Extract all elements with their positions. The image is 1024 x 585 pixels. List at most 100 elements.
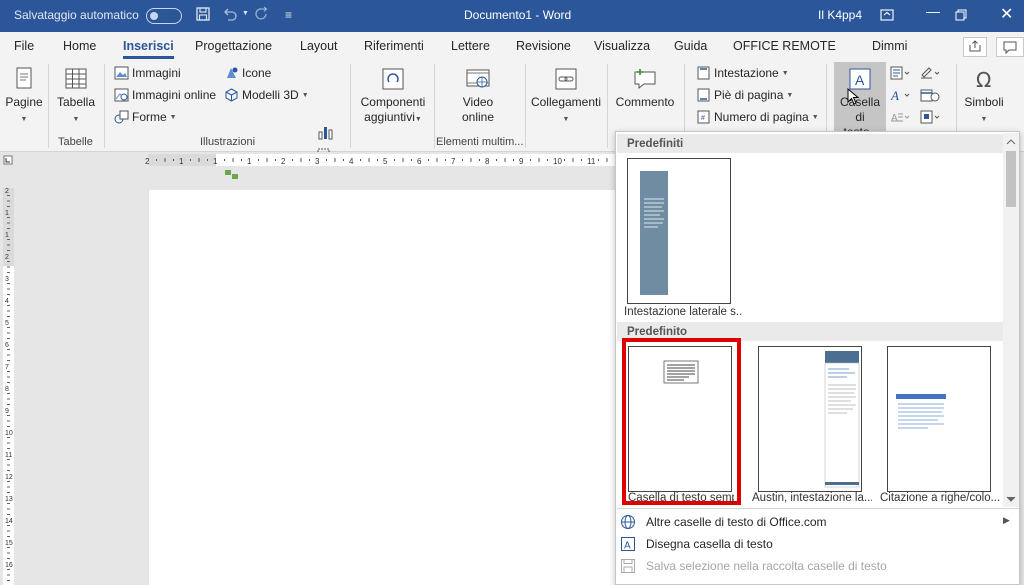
page-number-icon: # (697, 110, 710, 124)
customize-qat-icon[interactable]: ≡ (285, 8, 292, 22)
submenu-arrow-icon: ▶ (1003, 515, 1010, 525)
object-icon[interactable] (920, 110, 942, 124)
undo-dropdown-icon[interactable]: ▼ (242, 10, 249, 17)
date-time-icon[interactable] (920, 88, 942, 102)
images-button[interactable]: Immagini (114, 66, 181, 80)
svg-text:A: A (855, 72, 865, 88)
tab-view[interactable]: Visualizza (594, 39, 650, 53)
drop-cap-icon[interactable]: A (890, 110, 912, 124)
smartart-icon[interactable] (224, 168, 240, 182)
symbols-label: Simboli (964, 95, 1004, 109)
svg-text:A: A (624, 541, 631, 552)
ruler-label: 3 (5, 276, 9, 283)
tab-file[interactable]: File (14, 39, 34, 53)
pages-button[interactable]: Pagine ▼ (4, 66, 44, 127)
tab-insert[interactable]: Inserisci (123, 39, 174, 59)
ruler-label: 13 (5, 496, 13, 503)
ruler-label: 4 (349, 157, 354, 166)
comment-button[interactable]: Commento (613, 66, 677, 110)
redo-icon[interactable] (254, 6, 270, 22)
footer-button[interactable]: Piè di pagina ▼ (696, 88, 793, 102)
document-title: Documento1 - Word (464, 8, 572, 22)
ribbon-display-icon[interactable] (880, 9, 894, 21)
signature-line-icon[interactable] (920, 66, 942, 80)
tab-help[interactable]: Guida (674, 39, 707, 53)
tab-layout[interactable]: Layout (300, 39, 338, 53)
ruler-label: 9 (5, 408, 9, 415)
online-video-button[interactable]: Video online (456, 66, 500, 125)
tab-home[interactable]: Home (63, 39, 96, 53)
vertical-ruler[interactable]: 2 1 1 2 3 4 5 6 7 8 9 10 11 12 13 14 15 16 (0, 168, 16, 585)
save-icon[interactable] (195, 6, 211, 22)
selection-highlight (622, 338, 741, 505)
chart-icon[interactable] (318, 124, 334, 140)
table-icon (65, 68, 87, 89)
tab-design[interactable]: Progettazione (195, 39, 272, 53)
links-label: Collegamenti (530, 95, 602, 109)
gallery-item-banded-quote[interactable] (887, 346, 991, 492)
svg-text:A: A (890, 88, 899, 102)
online-image-icon (114, 88, 129, 102)
symbols-button[interactable]: Ω Simboli ▼ (962, 66, 1006, 127)
gallery-caption: Casella di testo sempl... (628, 492, 734, 504)
shapes-label: Forme (132, 110, 167, 124)
gallery-caption: Intestazione laterale s... (624, 306, 742, 318)
title-bar: Salvataggio automatico ▼ ≡ Documento1 - … (0, 0, 1024, 32)
comments-icon[interactable] (996, 37, 1024, 57)
shapes-button[interactable]: Forme ▼ (114, 110, 177, 124)
autosave-toggle[interactable] (146, 8, 182, 24)
addins-button[interactable]: Componenti aggiuntivi▼ (358, 66, 428, 127)
scroll-down-icon[interactable] (1006, 495, 1016, 503)
ruler-label: 10 (553, 157, 562, 166)
ruler-label: 9 (519, 157, 524, 166)
ruler-label: 12 (5, 474, 13, 481)
minimize-icon[interactable]: — (926, 3, 940, 19)
scroll-thumb[interactable] (1006, 151, 1016, 207)
save-selection-label: Salva selezione nella raccolta caselle d… (646, 559, 887, 573)
more-text-boxes-office-item[interactable]: Altre caselle di testo di Office.com ▶ (620, 511, 1012, 533)
links-button[interactable]: Collegamenti ▼ (530, 66, 602, 127)
tell-me-input[interactable]: Dimmi (872, 39, 907, 53)
tab-office-remote[interactable]: OFFICE REMOTE (733, 39, 836, 53)
user-name[interactable]: Il K4pp4 (818, 8, 862, 22)
gallery-item-sidebar[interactable] (627, 158, 731, 304)
close-icon[interactable]: ✕ (1000, 4, 1013, 24)
ruler-label: 7 (451, 157, 456, 166)
restore-icon[interactable] (955, 9, 967, 21)
svg-text:A: A (891, 113, 898, 124)
document-page[interactable] (149, 190, 619, 585)
footer-label: Piè di pagina (714, 88, 784, 102)
tab-references[interactable]: Riferimenti (364, 39, 424, 53)
ruler-label: 5 (383, 157, 388, 166)
models-3d-button[interactable]: Modelli 3D ▼ (224, 88, 309, 102)
pages-label: Pagine (5, 95, 43, 109)
ruler-label: 3 (315, 157, 320, 166)
page-number-button[interactable]: # Numero di pagina ▼ (696, 110, 819, 124)
table-button[interactable]: Tabella ▼ (55, 66, 97, 127)
gallery-section-builtin: Predefiniti (617, 134, 1003, 153)
more-text-boxes-label: Altre caselle di testo di Office.com (646, 515, 827, 529)
ruler-label: 1 (5, 232, 9, 239)
ruler-label: 2 (281, 157, 286, 166)
undo-icon[interactable] (222, 6, 238, 22)
gallery-scrollbar[interactable] (1003, 133, 1019, 507)
wordart-icon[interactable]: A (890, 88, 912, 102)
quick-parts-icon[interactable] (890, 66, 912, 80)
ruler-label: 16 (5, 562, 13, 569)
ribbon-tabs: File Home Inserisci Progettazione Layout… (0, 32, 1024, 85)
header-icon (697, 66, 710, 80)
video-label-1: Video (462, 95, 494, 109)
scroll-up-icon[interactable] (1006, 138, 1016, 146)
icons-button[interactable]: Icone (224, 66, 271, 80)
tab-review[interactable]: Revisione (516, 39, 571, 53)
images-online-button[interactable]: Immagini online (114, 88, 216, 102)
draw-text-box-item[interactable]: A Disegna casella di testo (620, 533, 1012, 555)
header-button[interactable]: Intestazione ▼ (696, 66, 789, 80)
illustrations-group-label: Illustrazioni (200, 136, 256, 148)
gallery-item-austin-sidebar[interactable] (758, 346, 862, 492)
ruler-label: 2 (5, 188, 9, 195)
share-icon[interactable] (963, 37, 987, 57)
banded-quote-preview (896, 394, 946, 429)
tab-mailings[interactable]: Lettere (451, 39, 490, 53)
gallery-caption: Citazione a righe/colo... (880, 492, 1001, 504)
